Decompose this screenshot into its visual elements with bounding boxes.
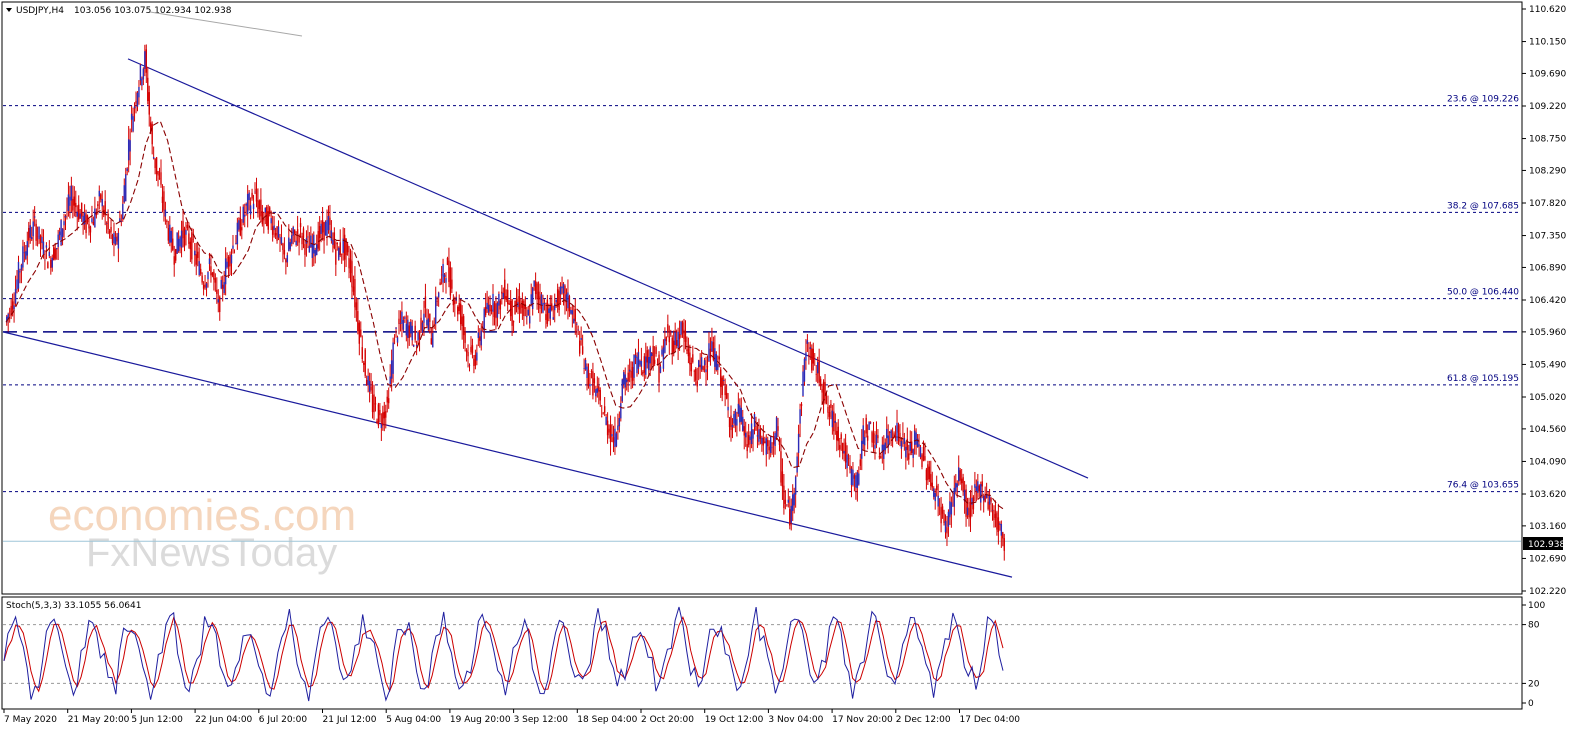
time-tick-label: 3 Sep 12:00	[514, 715, 569, 725]
time-tick-label: 5 Jun 12:00	[131, 715, 183, 725]
ohlc-values: 103.056 103.075 102.934 102.938	[74, 6, 232, 16]
price-tick-label: 105.960	[1529, 328, 1566, 338]
indicator-panel-frame	[1, 596, 1523, 710]
current-price-text: 102.938	[1528, 540, 1565, 550]
price-tick-label: 110.150	[1529, 38, 1566, 48]
time-tick-label: 19 Aug 20:00	[450, 715, 511, 725]
price-tick-label: 106.420	[1529, 296, 1566, 306]
time-tick-label: 2 Dec 12:00	[896, 715, 951, 725]
price-tick-label: 108.290	[1529, 166, 1566, 176]
price-tick-label: 106.890	[1529, 263, 1566, 273]
price-tick-label: 107.350	[1529, 232, 1566, 242]
time-tick-label: 22 Jun 04:00	[195, 715, 252, 725]
time-tick-label: 7 May 2020	[4, 715, 57, 725]
price-tick-label: 103.620	[1529, 490, 1566, 500]
price-tick-label: 110.620	[1529, 5, 1566, 15]
time-tick-label: 2 Oct 20:00	[641, 715, 694, 725]
stoch-scale-label: 20	[1528, 679, 1540, 689]
symbol-label: USDJPY,H4	[16, 6, 64, 16]
fib-level-label: 61.8 @ 105.195	[1447, 374, 1519, 384]
price-tick-label: 103.160	[1529, 522, 1566, 532]
time-tick-label: 17 Dec 04:00	[960, 715, 1021, 725]
fib-level-label: 38.2 @ 107.685	[1447, 201, 1519, 211]
time-tick-label: 21 May 20:00	[68, 715, 130, 725]
time-tick-label: 6 Jul 20:00	[259, 715, 308, 725]
time-tick-label: 5 Aug 04:00	[386, 715, 441, 725]
time-tick-label: 3 Nov 04:00	[768, 715, 823, 725]
price-tick-label: 104.560	[1529, 425, 1566, 435]
price-tick-label: 107.820	[1529, 199, 1566, 209]
time-tick-label: 19 Oct 12:00	[705, 715, 764, 725]
price-tick-label: 104.090	[1529, 457, 1566, 467]
price-tick-label: 109.690	[1529, 69, 1566, 79]
price-tick-label: 109.220	[1529, 102, 1566, 112]
stoch-scale-label: 80	[1528, 621, 1540, 631]
watermark-fxnewstoday: FxNewsToday	[86, 531, 337, 575]
time-axis: 7 May 2020 21 May 20:00 5 Jun 12:00 22 Jun …	[3, 709, 1021, 725]
price-tick-label: 105.020	[1529, 393, 1566, 403]
time-tick-label: 17 Nov 20:00	[832, 715, 893, 725]
price-tick-label: 102.690	[1529, 554, 1566, 564]
stoch-scale-label: 0	[1528, 699, 1534, 709]
time-tick-label: 18 Sep 04:00	[577, 715, 637, 725]
price-chart[interactable]: economies.com FxNewsToday 23.6 @ 109.226…	[0, 0, 1596, 743]
stochastic-label: Stoch(5,3,3) 33.1055 56.0641	[6, 601, 141, 611]
price-axis: 110.620 110.150 109.690 109.220 108.750 108.2…	[1522, 5, 1566, 597]
fib-level-label: 50.0 @ 106.440	[1447, 288, 1519, 298]
price-tick-label: 102.220	[1529, 587, 1566, 597]
fib-level-label: 76.4 @ 103.655	[1447, 481, 1519, 491]
price-tick-label: 108.750	[1529, 135, 1566, 145]
fib-level-label: 23.6 @ 109.226	[1447, 95, 1519, 105]
stoch-scale-label: 100	[1528, 601, 1545, 611]
time-tick-label: 21 Jul 12:00	[323, 715, 377, 725]
price-tick-label: 105.490	[1529, 360, 1566, 370]
